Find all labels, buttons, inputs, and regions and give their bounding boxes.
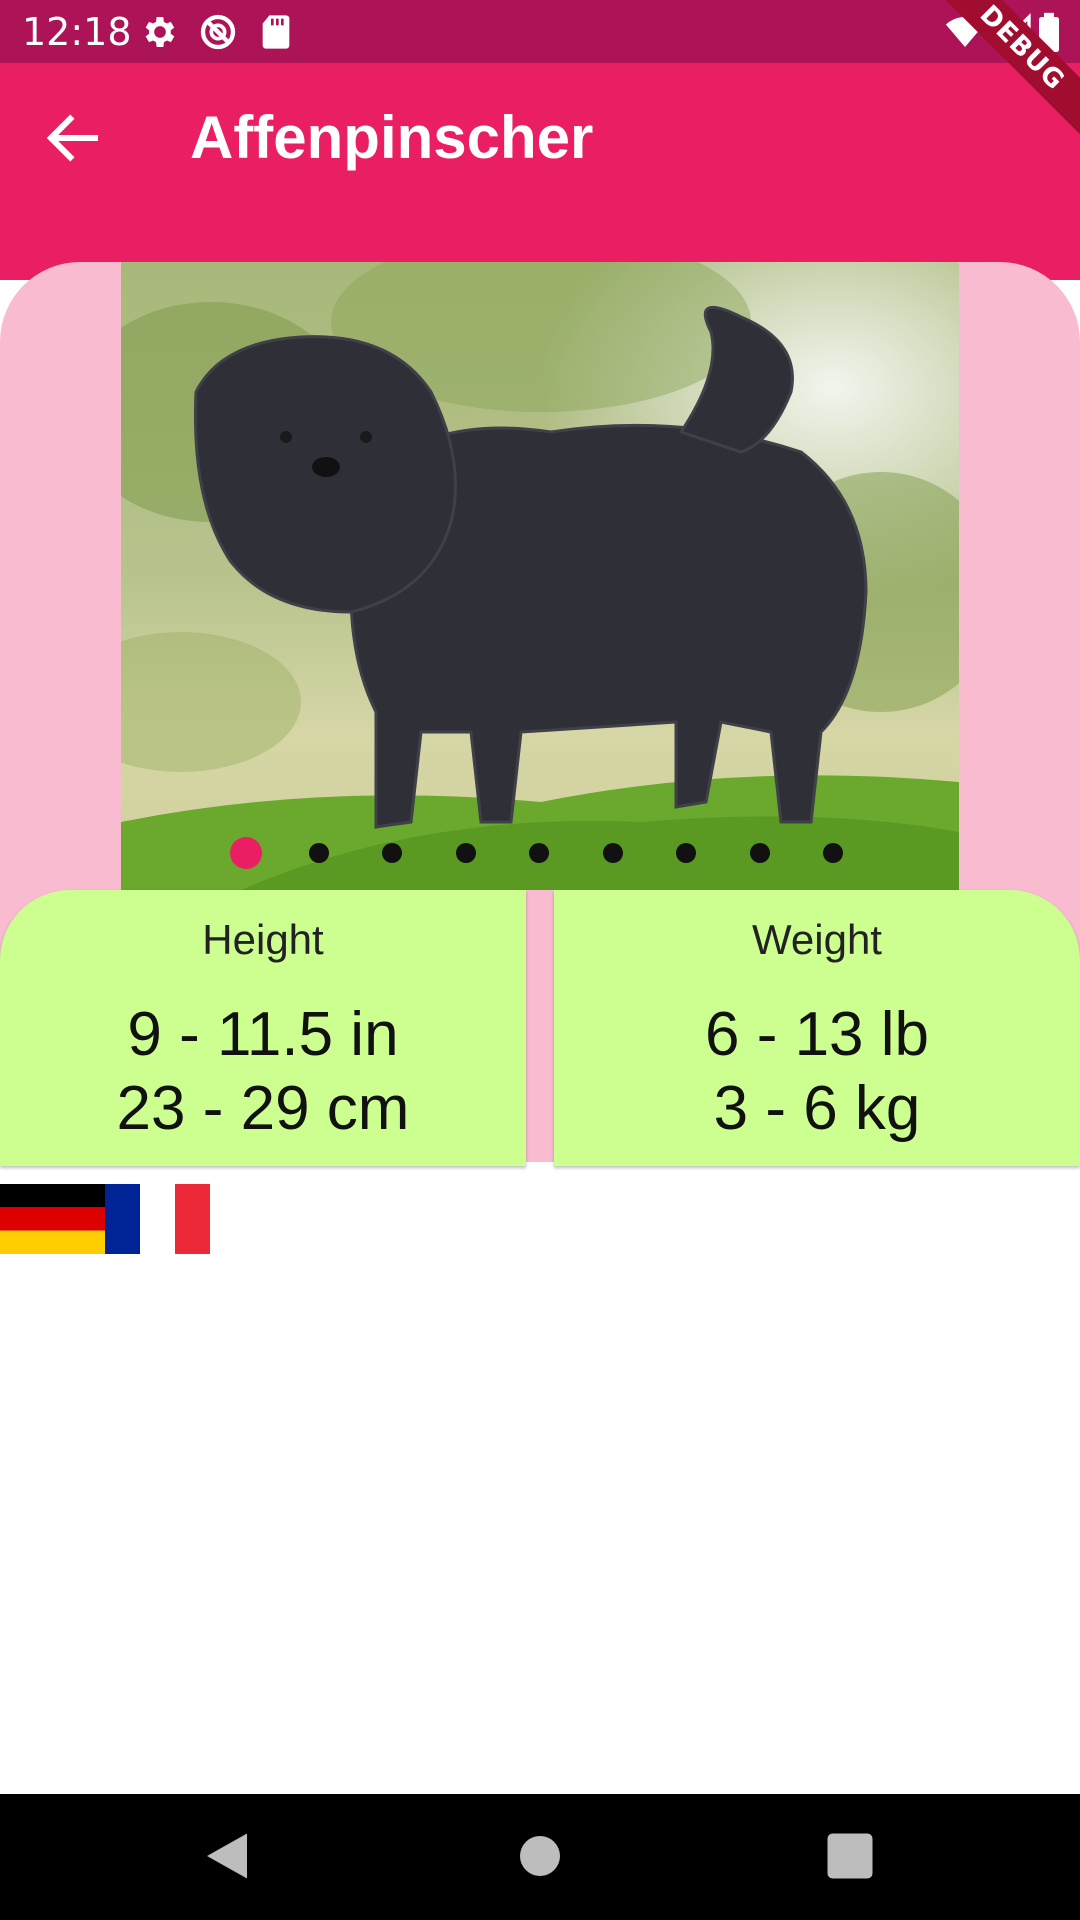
affenpinscher-image <box>121 262 959 890</box>
height-label: Height <box>202 916 324 963</box>
germany-flag <box>0 1184 105 1254</box>
status-time: 12:18 <box>22 10 132 54</box>
page-dot-9[interactable] <box>823 843 843 863</box>
carousel-page-indicator <box>0 835 1080 869</box>
back-arrow-icon[interactable] <box>40 105 106 171</box>
recents-square-icon[interactable] <box>820 1826 880 1886</box>
height-value: 9 - 11.5 in 23 - 29 cm <box>0 998 526 1146</box>
page-dot-8[interactable] <box>750 843 770 863</box>
height-card: Height 9 - 11.5 in 23 - 29 cm <box>0 890 526 1166</box>
page-dot-5[interactable] <box>529 843 549 863</box>
height-imperial: 9 - 11.5 in <box>127 1000 399 1069</box>
weight-label: Weight <box>752 916 882 963</box>
no-entry-icon <box>200 14 236 50</box>
settings-icon <box>145 17 175 47</box>
page-dot-4[interactable] <box>456 843 476 863</box>
weight-value: 6 - 13 lb 3 - 6 kg <box>554 998 1080 1146</box>
page-dot-6[interactable] <box>603 843 623 863</box>
france-flag <box>105 1184 210 1254</box>
page-dot-7[interactable] <box>676 843 696 863</box>
home-circle-icon[interactable] <box>510 1826 570 1886</box>
weight-card: Weight 6 - 13 lb 3 - 6 kg <box>554 890 1080 1166</box>
page-dot-1[interactable] <box>230 837 262 869</box>
system-nav-bar <box>0 1794 1080 1920</box>
page-dot-2[interactable] <box>309 843 329 863</box>
back-triangle-icon[interactable] <box>197 1826 257 1886</box>
sd-card-icon <box>262 15 290 49</box>
status-bar: 12:18 <box>0 0 1080 63</box>
weight-imperial: 6 - 13 lb <box>704 1000 930 1069</box>
page-title: Affenpinscher <box>190 104 594 171</box>
weight-metric: 3 - 6 kg <box>713 1074 921 1143</box>
dog-photo[interactable] <box>121 262 959 890</box>
height-metric: 23 - 29 cm <box>116 1074 410 1143</box>
page-dot-3[interactable] <box>382 843 402 863</box>
app-bar: Affenpinscher <box>0 63 1080 210</box>
